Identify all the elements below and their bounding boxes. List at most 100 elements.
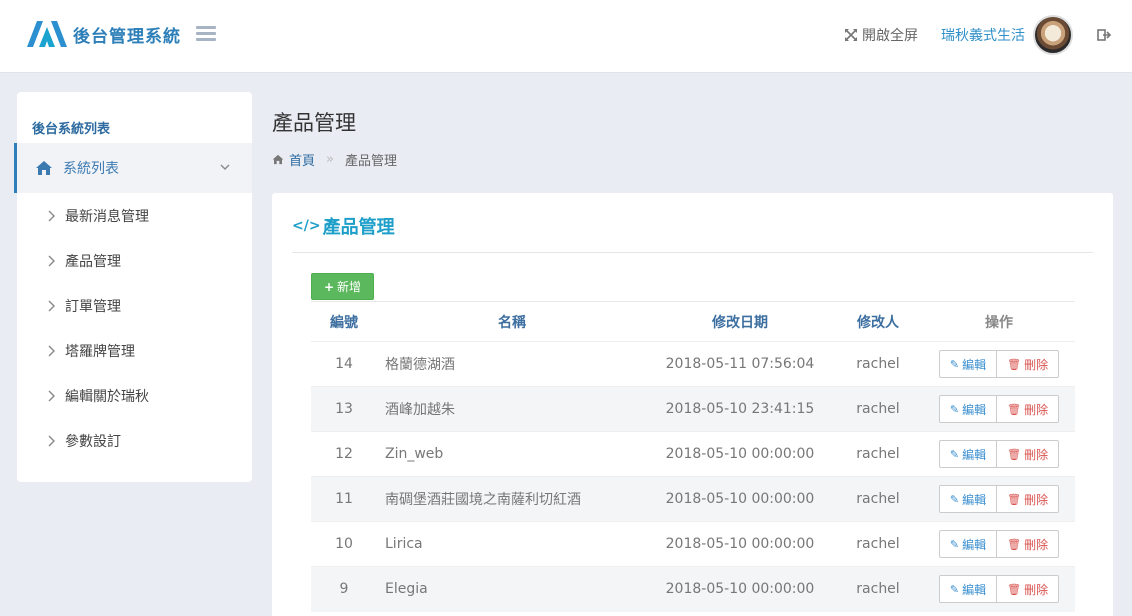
edit-icon: ✎ <box>949 447 960 461</box>
edit-label: 編輯 <box>962 537 987 552</box>
sidebar-item-label: 產品管理 <box>65 253 121 270</box>
sidebar-item-settings[interactable]: 參數設訂 <box>17 418 252 463</box>
cell-user: rachel <box>833 476 923 522</box>
cell-name: Lirica <box>377 521 647 567</box>
avatar[interactable] <box>1033 15 1073 55</box>
trash-icon: 🗑 <box>1007 357 1022 371</box>
cell-actions: ✎ 編輯 🗑 刪除 <box>923 431 1075 477</box>
breadcrumb-separator: » <box>326 152 334 167</box>
sidebar-item-label: 參數設訂 <box>65 433 121 450</box>
cell-user: rachel <box>833 386 923 432</box>
sidebar-item-orders[interactable]: 訂單管理 <box>17 283 252 328</box>
trash-icon: 🗑 <box>1007 537 1022 551</box>
breadcrumb: 首頁 » 產品管理 <box>272 150 397 169</box>
chevron-right-icon <box>48 210 55 221</box>
trash-icon: 🗑 <box>1007 582 1022 596</box>
delete-label: 刪除 <box>1024 447 1049 462</box>
chevron-right-icon <box>48 435 55 446</box>
app-logo[interactable]: 後台管理系統 <box>25 19 181 49</box>
trash-icon: 🗑 <box>1007 447 1022 461</box>
edit-button[interactable]: ✎ 編輯 <box>938 485 998 513</box>
edit-button[interactable]: ✎ 編輯 <box>938 530 998 558</box>
cell-name: Zin_web <box>377 431 647 477</box>
trash-icon: 🗑 <box>1007 492 1022 506</box>
fullscreen-button[interactable]: 開啟全屏 <box>844 25 918 45</box>
app-title: 後台管理系統 <box>73 26 181 47</box>
code-icon: </> <box>292 218 321 234</box>
sidebar-group-system-list[interactable]: 系統列表 <box>14 143 252 193</box>
sidebar-item-products[interactable]: 產品管理 <box>17 238 252 283</box>
edit-icon: ✎ <box>949 402 960 416</box>
panel-title: </> 產品管理 <box>292 213 395 239</box>
home-icon <box>36 161 52 175</box>
edit-button[interactable]: ✎ 編輯 <box>938 575 998 604</box>
delete-button[interactable]: 🗑 刪除 <box>997 575 1060 604</box>
menu-toggle-icon[interactable] <box>196 26 216 42</box>
sidebar-item-tarot[interactable]: 塔羅牌管理 <box>17 328 252 373</box>
sidebar-item-about[interactable]: 編輯關於瑞秋 <box>17 373 252 418</box>
table-row: 13 酒峰加越朱 2018-05-10 23:41:15 rachel ✎ 編輯 … <box>311 386 1075 432</box>
cell-date: 2018-05-11 07:56:04 <box>647 341 833 387</box>
cell-user: rachel <box>833 431 923 477</box>
cell-name: 南碉堡酒莊國境之南薩利切紅酒 <box>377 476 647 522</box>
edit-button[interactable]: ✎ 編輯 <box>938 350 998 378</box>
cell-actions: ✎ 編輯 🗑 刪除 <box>923 386 1075 432</box>
edit-button[interactable]: ✎ 編輯 <box>938 395 998 423</box>
chevron-right-icon <box>48 300 55 311</box>
sidebar-item-label: 塔羅牌管理 <box>65 343 135 360</box>
user-name-link[interactable]: 瑞秋義式生活 <box>941 25 1025 45</box>
add-product-button[interactable]: + 新增 <box>311 273 374 300</box>
cell-actions: ✎ 編輯 🗑 刪除 <box>923 521 1075 567</box>
edit-icon: ✎ <box>949 492 960 506</box>
sidebar-item-news[interactable]: 最新消息管理 <box>17 193 252 238</box>
edit-label: 編輯 <box>962 402 987 417</box>
delete-button[interactable]: 🗑 刪除 <box>997 485 1060 513</box>
panel-title-text: 產品管理 <box>322 217 395 238</box>
sidebar-item-label: 訂單管理 <box>65 298 121 315</box>
table-row: 12 Zin_web 2018-05-10 00:00:00 rachel ✎ 編… <box>311 431 1075 477</box>
edit-icon: ✎ <box>949 582 960 596</box>
cell-date: 2018-05-10 00:00:00 <box>647 566 833 612</box>
cell-date: 2018-05-10 00:00:00 <box>647 521 833 567</box>
column-header-date: 修改日期 <box>647 301 833 342</box>
delete-button[interactable]: 🗑 刪除 <box>997 530 1060 558</box>
cell-user: rachel <box>833 566 923 612</box>
sidebar: 後台系統列表 系統列表 最新消息管理 產品管理 訂單管理 塔羅牌管理 編輯關於瑞… <box>14 92 252 482</box>
cell-user: rachel <box>833 521 923 567</box>
cell-actions: ✎ 編輯 🗑 刪除 <box>923 476 1075 522</box>
cell-id: 10 <box>311 521 377 567</box>
add-button-label: 新增 <box>337 280 362 294</box>
cell-date: 2018-05-10 23:41:15 <box>647 386 833 432</box>
sidebar-group-label: 系統列表 <box>63 161 119 177</box>
chevron-right-icon <box>48 345 55 356</box>
breadcrumb-home-link[interactable]: 首頁 <box>289 150 315 169</box>
home-icon <box>272 154 284 165</box>
cell-date: 2018-05-10 00:00:00 <box>647 476 833 522</box>
cell-id: 11 <box>311 476 377 522</box>
sidebar-section-title: 後台系統列表 <box>32 122 111 137</box>
sidebar-item-label: 編輯關於瑞秋 <box>65 388 149 405</box>
delete-button[interactable]: 🗑 刪除 <box>997 350 1060 378</box>
delete-button[interactable]: 🗑 刪除 <box>997 395 1060 423</box>
sidebar-submenu: 最新消息管理 產品管理 訂單管理 塔羅牌管理 編輯關於瑞秋 參數設訂 <box>17 193 252 463</box>
cell-actions: ✎ 編輯 🗑 刪除 <box>923 341 1075 387</box>
cell-name: 酒峰加越朱 <box>377 386 647 432</box>
cell-id: 12 <box>311 431 377 477</box>
chevron-down-icon <box>220 164 230 170</box>
expand-icon <box>845 29 857 41</box>
cell-name: 格蘭德湖酒 <box>377 341 647 387</box>
delete-label: 刪除 <box>1024 537 1049 552</box>
fullscreen-label: 開啟全屏 <box>862 28 918 44</box>
cell-name: Elegia <box>377 566 647 612</box>
delete-label: 刪除 <box>1024 582 1049 597</box>
sidebar-item-label: 最新消息管理 <box>65 208 149 225</box>
delete-label: 刪除 <box>1024 357 1049 372</box>
top-navbar: 後台管理系統 開啟全屏 瑞秋義式生活 <box>0 0 1132 73</box>
column-header-name: 名稱 <box>377 301 647 342</box>
logout-icon[interactable] <box>1097 28 1111 42</box>
edit-button[interactable]: ✎ 編輯 <box>938 440 998 468</box>
delete-button[interactable]: 🗑 刪除 <box>997 440 1060 468</box>
cell-actions: ✎ 編輯 🗑 刪除 <box>923 566 1075 612</box>
delete-label: 刪除 <box>1024 402 1049 417</box>
plus-icon: + <box>323 279 335 294</box>
